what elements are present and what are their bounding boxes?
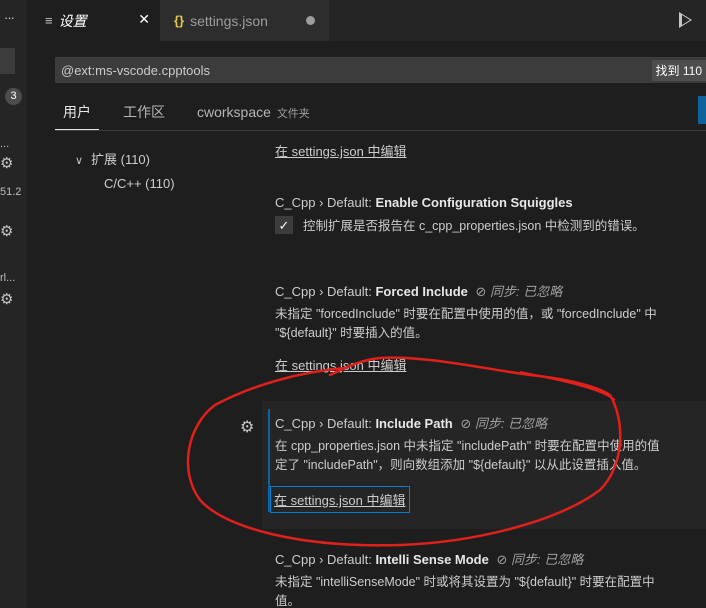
count-badge: 3 [5,88,22,105]
tab-label: 设置 [58,12,87,29]
open-json-button[interactable] [698,96,706,124]
tab-folder[interactable]: cworkspace 文件夹 [189,100,318,130]
setting-title: C_Cpp › Default: Intelli Sense Mode ⊘ 同步… [275,552,584,567]
setting-description: 未指定 "intelliSenseMode" 时或将其设置为 "${defaul… [275,575,655,608]
focus-indicator [268,409,270,512]
settings-toc: ∨ 扩展 (110) C/C++ (110) [55,150,175,198]
toc-label: 扩展 (110) [91,152,150,167]
tab-user[interactable]: 用户 [55,100,99,130]
setting-title: C_Cpp › Default: Include Path ⊘ 同步: 已忽略 [275,416,548,431]
gear-icon[interactable]: ⚙ [0,222,13,240]
chevron-down-icon: ∨ [75,155,84,167]
gear-icon[interactable]: ⚙ [0,154,13,172]
setting-enable-configuration-squiggles: C_Cpp › Default: Enable Configuration Sq… [262,195,706,234]
setting-description: 未指定 "forcedInclude" 时要在配置中使用的值，或 "forced… [275,307,657,340]
settings-list: 在 settings.json 中编辑 C_Cpp › Default: Ena… [262,131,706,608]
toc-item-cpp[interactable]: C/C++ (110) [55,174,175,198]
sidebar-edge: ··· 3 ... ⚙ 51.2 ⚙ rl... ⚙ [0,0,27,608]
search-input[interactable] [55,62,652,78]
sync-ignored-indicator: ⊘ 同步: 已忽略 [460,416,548,431]
setting-title: C_Cpp › Default: Enable Configuration Sq… [275,195,573,210]
setting-forced-include: C_Cpp › Default: Forced Include ⊘ 同步: 已忽… [262,281,706,374]
setting-description: 控制扩展是否报告在 c_cpp_properties.json 中检测到的错误。 [303,219,645,233]
unsaved-dot-icon[interactable] [306,16,315,25]
checkmark-icon[interactable]: ✓ [275,215,293,234]
gear-icon[interactable]: ⚙ [0,290,13,308]
sync-ignored-indicator: ⊘ 同步: 已忽略 [475,284,563,299]
json-braces-icon: {} [174,13,185,28]
setting-description: 在 cpp_properties.json 中未指定 "includePath"… [275,439,660,472]
scope-tabs: 用户 工作区 cworkspace 文件夹 [55,100,334,130]
edit-in-settings-json-link[interactable]: 在 settings.json 中编辑 [275,355,407,374]
setting-title: C_Cpp › Default: Forced Include ⊘ 同步: 已忽… [275,284,563,299]
sidebar-text-fragment: 51.2 [0,186,22,198]
squiggles-checkbox[interactable]: ✓ 控制扩展是否报告在 c_cpp_properties.json 中检测到的错… [275,215,645,234]
edit-in-settings-json-link[interactable]: 在 settings.json 中编辑 [275,141,407,160]
more-actions-icon[interactable]: ··· [4,10,15,25]
folder-name: cworkspace [197,104,271,120]
tab-settings[interactable]: ≡ 设置 ✕ [27,0,160,41]
result-count: 找到 110 [651,59,706,81]
settings-list-icon: ≡ [45,13,53,28]
close-icon[interactable]: ✕ [138,11,150,28]
edit-in-settings-json-link[interactable]: 在 settings.json 中编辑 [270,486,410,513]
folder-suffix: 文件夹 [276,108,310,120]
sidebar-input-fragment [0,48,15,74]
gear-icon[interactable]: ⚙ [240,417,254,437]
tab-workspace[interactable]: 工作区 [115,100,173,130]
sync-ignored-indicator: ⊘ 同步: 已忽略 [496,552,584,567]
setting-intellisense-mode: C_Cpp › Default: Intelli Sense Mode ⊘ 同步… [262,549,706,608]
run-icon[interactable] [679,12,692,28]
editor-tab-bar: ≡ 设置 ✕ {} settings.json [27,0,706,41]
tab-label: settings.json [190,12,268,29]
settings-search: 找到 110 [55,57,706,83]
tab-settings-json[interactable]: {} settings.json [160,0,330,41]
setting-include-path: C_Cpp › Default: Include Path ⊘ 同步: 已忽略 … [262,401,706,529]
sidebar-text-fragment: rl... [0,272,16,284]
sidebar-text-fragment: ... [0,138,10,150]
toc-item-extensions[interactable]: ∨ 扩展 (110) [55,150,175,174]
